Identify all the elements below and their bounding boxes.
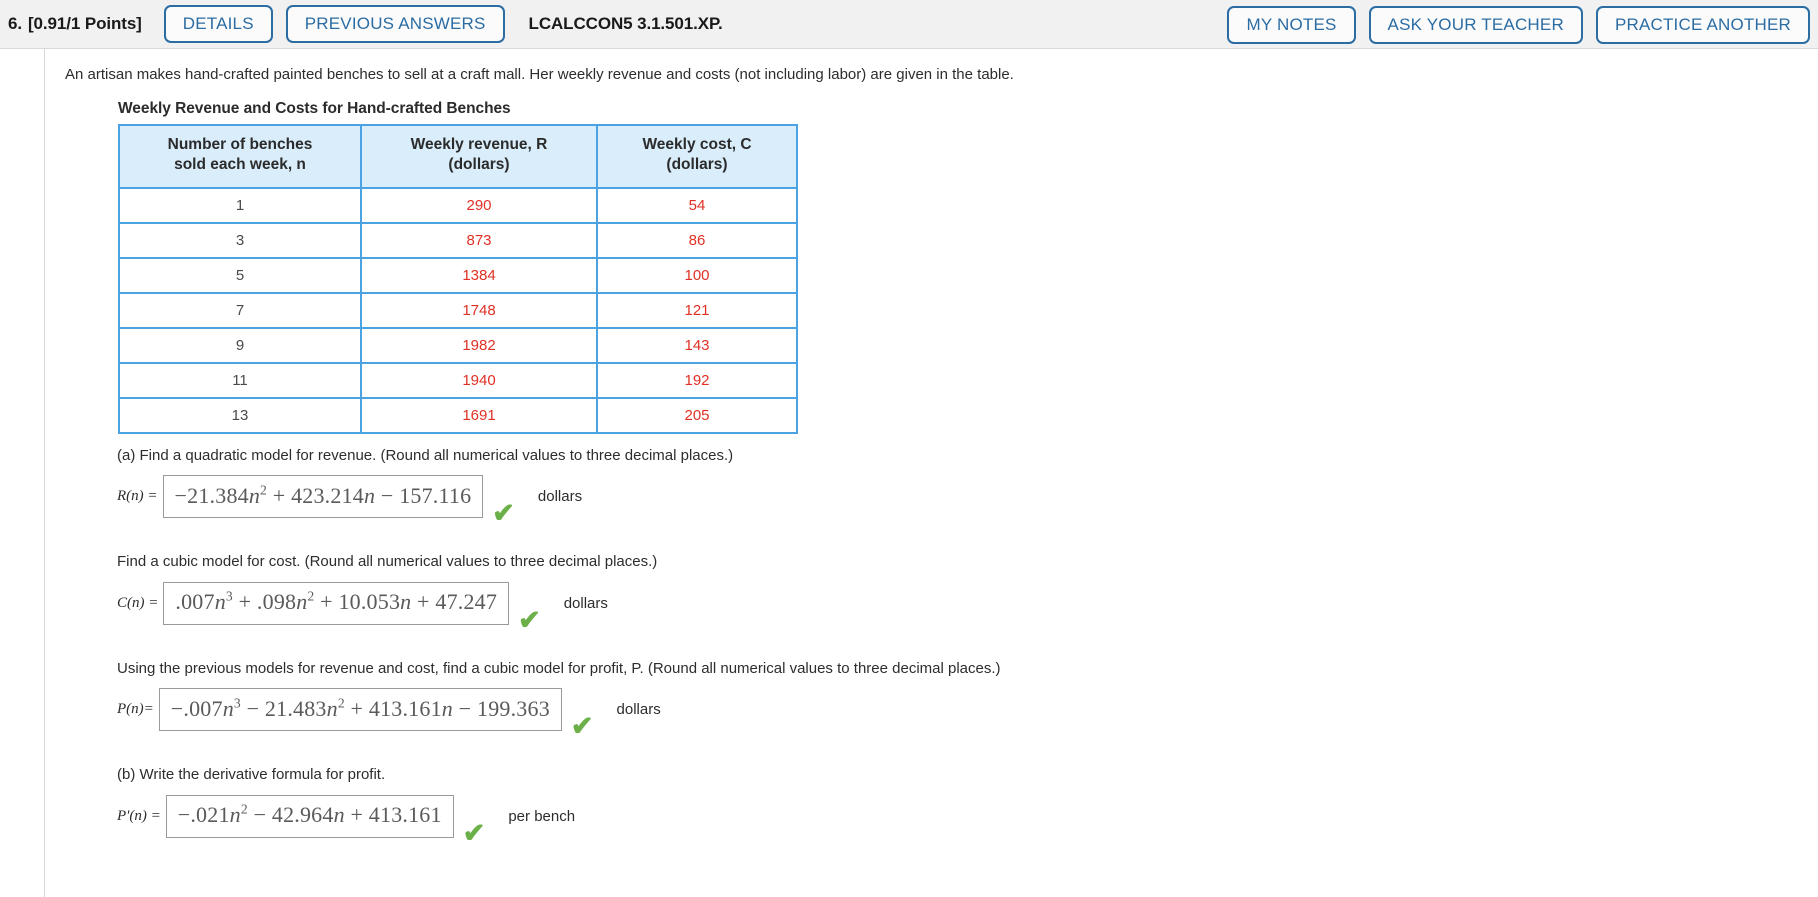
problem-statement: An artisan makes hand-crafted painted be… <box>65 66 1014 83</box>
cell-revenue: 290 <box>360 186 598 224</box>
revenue-unit-label: dollars <box>537 488 583 506</box>
practice-another-button[interactable]: PRACTICE ANOTHER <box>1595 5 1810 44</box>
my-notes-button[interactable]: MY NOTES <box>1227 5 1356 44</box>
part-a-cost: Find a cubic model for cost. (Round all … <box>117 551 1818 633</box>
cell-cost: 143 <box>596 326 798 364</box>
cell-revenue: 1982 <box>360 326 598 364</box>
table-body: 1 290 54 3 873 86 5 1384 100 7 1748 121 … <box>118 186 798 434</box>
table-row: 5 1384 100 <box>118 256 798 294</box>
header-line-2: sold each week, n <box>174 156 306 174</box>
profit-function-label: P(n)= <box>117 701 154 718</box>
data-table-wrapper: Weekly Revenue and Costs for Hand-crafte… <box>118 100 1818 434</box>
part-b-derivative: (b) Write the derivative formula for pro… <box>117 764 1818 846</box>
correct-check-icon: ✔ <box>462 817 486 848</box>
cell-benches: 1 <box>118 186 362 224</box>
table-row: 3 873 86 <box>118 221 798 259</box>
correct-check-icon: ✔ <box>570 711 594 742</box>
cost-unit-label: dollars <box>563 594 608 612</box>
header-right-actions: MY NOTES ASK YOUR TEACHER PRACTICE ANOTH… <box>1227 0 1810 49</box>
cell-benches: 7 <box>118 291 362 329</box>
cell-benches: 13 <box>118 396 362 434</box>
header-line-2: (dollars) <box>448 156 510 174</box>
revenue-function-label: R(n) = <box>117 488 158 505</box>
cell-cost: 205 <box>596 396 798 434</box>
table-row: 7 1748 121 <box>118 291 798 329</box>
table-row: 13 1691 205 <box>118 396 798 434</box>
weekly-revenue-cost-table: Number of benches sold each week, n Week… <box>118 123 798 434</box>
header-line-1: Weekly cost, C <box>642 135 752 153</box>
header-line-2: (dollars) <box>666 156 728 174</box>
part-a-revenue: (a) Find a quadratic model for revenue. … <box>117 445 1818 527</box>
problem-content-area: An artisan makes hand-crafted painted be… <box>0 49 1818 897</box>
cell-cost: 192 <box>596 361 798 399</box>
header-line-1: Number of benches <box>167 135 313 153</box>
part-a-cost-prompt: Find a cubic model for cost. (Round all … <box>117 553 658 571</box>
cell-revenue: 1384 <box>360 256 598 294</box>
points-badge: [0.91/1 Points] <box>27 14 142 33</box>
revenue-answer-input[interactable]: −21.384n2 + 423.214n − 157.116 <box>162 475 484 519</box>
part-a-profit-answer-row: P(n)= −.007n3 − 21.483n2 + 413.161n − 19… <box>117 688 1818 740</box>
derivative-unit-label: per bench <box>508 807 576 825</box>
part-b-derivative-prompt: (b) Write the derivative formula for pro… <box>117 766 386 784</box>
table-caption: Weekly Revenue and Costs for Hand-crafte… <box>118 99 511 117</box>
part-a-profit: Using the previous models for revenue an… <box>117 658 1818 740</box>
cell-benches: 3 <box>118 221 362 259</box>
derivative-answer-input[interactable]: −.021n2 − 42.964n + 413.161 <box>165 794 454 838</box>
column-header-cost: Weekly cost, C (dollars) <box>596 123 798 189</box>
cost-answer-input[interactable]: .007n3 + .098n2 + 10.053n + 47.247 <box>163 581 510 625</box>
profit-unit-label: dollars <box>616 701 661 719</box>
part-a-profit-prompt: Using the previous models for revenue an… <box>117 659 1001 677</box>
part-a-cost-answer-row: C(n) = .007n3 + .098n2 + 10.053n + 47.24… <box>117 581 1818 633</box>
cell-cost: 54 <box>596 186 798 224</box>
part-b-derivative-answer-row: P'(n) = −.021n2 − 42.964n + 413.161 ✔ pe… <box>117 794 1818 846</box>
correct-check-icon: ✔ <box>492 498 515 529</box>
cell-cost: 121 <box>596 291 798 329</box>
cell-cost: 100 <box>596 256 798 294</box>
cell-cost: 86 <box>596 221 798 259</box>
table-row: 9 1982 143 <box>118 326 798 364</box>
cell-revenue: 1940 <box>360 361 598 399</box>
details-button[interactable]: DETAILS <box>163 5 273 43</box>
cell-revenue: 873 <box>360 221 598 259</box>
cell-benches: 9 <box>118 326 362 364</box>
part-a-revenue-answer-row: R(n) = −21.384n2 + 423.214n − 157.116 ✔ … <box>117 475 1818 527</box>
left-vertical-rule <box>44 49 45 897</box>
part-a-revenue-prompt: (a) Find a quadratic model for revenue. … <box>117 446 734 464</box>
table-row: 1 290 54 <box>118 186 798 224</box>
column-header-revenue: Weekly revenue, R (dollars) <box>360 123 598 189</box>
cost-function-label: C(n) = <box>117 594 159 611</box>
question-number: 6. <box>8 14 22 33</box>
ask-your-teacher-button[interactable]: ASK YOUR TEACHER <box>1368 5 1583 44</box>
cell-benches: 11 <box>118 361 362 399</box>
problem-code-label: LCALCCON5 3.1.501.XP. <box>528 14 723 33</box>
previous-answers-button[interactable]: PREVIOUS ANSWERS <box>285 5 505 43</box>
question-header-bar: 6. [0.91/1 Points] DETAILS PREVIOUS ANSW… <box>0 0 1818 49</box>
column-header-benches: Number of benches sold each week, n <box>118 123 362 189</box>
correct-check-icon: ✔ <box>518 604 541 635</box>
table-row: 11 1940 192 <box>118 361 798 399</box>
header-line-1: Weekly revenue, R <box>410 135 548 153</box>
cell-revenue: 1691 <box>360 396 598 434</box>
derivative-function-label: P'(n) = <box>117 807 161 824</box>
profit-answer-input[interactable]: −.007n3 − 21.483n2 + 413.161n − 199.363 <box>158 688 562 732</box>
cell-revenue: 1748 <box>360 291 598 329</box>
table-header-row: Number of benches sold each week, n Week… <box>118 123 798 189</box>
cell-benches: 5 <box>118 256 362 294</box>
